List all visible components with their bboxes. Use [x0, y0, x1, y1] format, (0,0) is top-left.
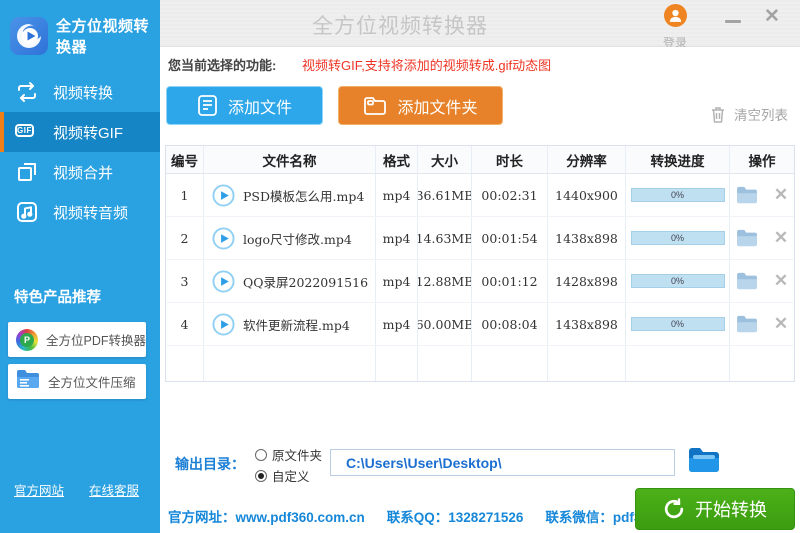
- product-file-compress-button[interactable]: 全方位文件压缩: [8, 364, 146, 399]
- play-icon[interactable]: [212, 184, 235, 207]
- sidebar: 全方位视频转换器 视频转换 GIF 视频转GIF: [0, 0, 160, 533]
- footer-contact-info: 官方网址：www.pdf360.com.cn 联系QQ：1328271526 联…: [168, 506, 656, 526]
- main-content: 您当前选择的功能: 视频转GIF,支持将添加的视频转成.gif动态图 添加文件 …: [160, 47, 800, 533]
- play-icon[interactable]: [212, 313, 235, 336]
- file-name: PSD模板怎么用.mp4: [243, 186, 364, 205]
- table-row: 3 QQ录屏20220915163414.m mp4 12.88MB 00:01…: [166, 260, 794, 303]
- title-bar: [160, 0, 800, 47]
- play-icon[interactable]: [212, 270, 235, 293]
- login-button[interactable]: 登录: [655, 4, 695, 51]
- sidebar-item-video-convert[interactable]: 视频转换: [0, 72, 160, 112]
- radio-original-folder[interactable]: 原文件夹: [255, 445, 322, 464]
- table-row: 2 logo尺寸修改.mp4 mp4 14.63MB 00:01:54 1438…: [166, 217, 794, 260]
- header-duration: 时长: [472, 146, 548, 173]
- open-folder-icon[interactable]: [736, 186, 758, 204]
- close-button[interactable]: ✕: [762, 6, 782, 28]
- play-icon[interactable]: [212, 227, 235, 250]
- minimize-icon: [725, 20, 741, 23]
- header-no: 编号: [166, 146, 204, 173]
- file-name: 软件更新流程.mp4: [243, 315, 350, 334]
- sidebar-item-label: 视频转GIF: [53, 122, 123, 143]
- header-filename: 文件名称: [204, 146, 376, 173]
- compress-folder-icon: [16, 369, 40, 394]
- sidebar-item-label: 视频合并: [53, 162, 113, 183]
- browse-folder-button[interactable]: [687, 445, 721, 475]
- progress-bar: 0%: [631, 231, 725, 245]
- radio-circle-checked: [255, 470, 267, 482]
- radio-custom-folder[interactable]: 自定义: [255, 466, 310, 485]
- header-resolution: 分辨率: [548, 146, 626, 173]
- current-function-line: 您当前选择的功能: 视频转GIF,支持将添加的视频转成.gif动态图: [168, 55, 551, 74]
- remove-file-icon[interactable]: ✕: [774, 272, 788, 290]
- progress-bar: 0%: [631, 188, 725, 202]
- remove-file-icon[interactable]: ✕: [774, 229, 788, 247]
- header-progress: 转换进度: [626, 146, 730, 173]
- remove-file-icon[interactable]: ✕: [774, 186, 788, 204]
- header-operations: 操作: [730, 146, 794, 173]
- radio-circle: [255, 449, 267, 461]
- sidebar-links: 官方网站 在线客服: [14, 480, 139, 499]
- open-folder-icon[interactable]: [736, 229, 758, 247]
- repeat-icon: [15, 80, 39, 104]
- table-row: 4 软件更新流程.mp4 mp4 60.00MB 00:08:04 1438x8…: [166, 303, 794, 346]
- folder-icon: [363, 95, 387, 116]
- open-folder-icon[interactable]: [736, 315, 758, 333]
- document-icon: [197, 94, 218, 117]
- file-name: QQ录屏20220915163414.m: [243, 272, 369, 291]
- progress-bar: 0%: [631, 317, 725, 331]
- header-size: 大小: [418, 146, 472, 173]
- online-support-link[interactable]: 在线客服: [89, 480, 139, 499]
- pdf-converter-icon: [16, 329, 38, 351]
- app-logo-text: 全方位视频转换器: [56, 15, 160, 57]
- sidebar-item-label: 视频转换: [53, 82, 113, 103]
- add-folder-button[interactable]: 添加文件夹: [338, 86, 503, 125]
- sidebar-item-video-to-gif[interactable]: GIF 视频转GIF: [0, 112, 160, 152]
- file-table: 编号 文件名称 格式 大小 时长 分辨率 转换进度 操作 1 PSD模板怎么用.…: [165, 145, 795, 382]
- start-convert-button[interactable]: 开始转换: [635, 488, 795, 530]
- featured-products-title: 特色产品推荐: [14, 286, 101, 307]
- sidebar-item-video-to-audio[interactable]: 视频转音频: [0, 192, 160, 232]
- official-url: 官方网址：www.pdf360.com.cn: [168, 506, 365, 526]
- merge-icon: [15, 160, 39, 184]
- sidebar-item-video-merge[interactable]: 视频合并: [0, 152, 160, 192]
- trash-icon: [710, 106, 726, 123]
- progress-bar: 0%: [631, 274, 725, 288]
- function-label: 您当前选择的功能:: [168, 58, 276, 73]
- table-empty-row: [166, 346, 794, 381]
- user-icon: [664, 4, 687, 27]
- output-path-input[interactable]: [330, 449, 675, 476]
- product-pdf-converter-button[interactable]: 全方位PDF转换器: [8, 322, 146, 357]
- open-folder-icon[interactable]: [736, 272, 758, 290]
- clear-list-button[interactable]: 清空列表: [710, 104, 788, 124]
- official-website-link[interactable]: 官方网站: [14, 480, 64, 499]
- sidebar-menu: 视频转换 GIF 视频转GIF 视频合并: [0, 72, 160, 232]
- table-row: 1 PSD模板怎么用.mp4 mp4 36.61MB 00:02:31 1440…: [166, 174, 794, 217]
- minimize-button[interactable]: [724, 14, 742, 28]
- sidebar-item-label: 视频转音频: [53, 202, 128, 223]
- file-name: logo尺寸修改.mp4: [243, 229, 352, 248]
- gif-icon: GIF: [15, 120, 39, 144]
- app-window: 全方位视频转换器 登录 ✕ 全方位视频转换器: [0, 0, 800, 533]
- refresh-icon: [663, 498, 685, 520]
- app-logo: 全方位视频转换器: [0, 0, 160, 60]
- output-directory-label: 输出目录：: [175, 454, 245, 474]
- function-description: 视频转GIF,支持将添加的视频转成.gif动态图: [302, 58, 551, 73]
- music-note-icon: [15, 200, 39, 224]
- remove-file-icon[interactable]: ✕: [774, 315, 788, 333]
- table-header-row: 编号 文件名称 格式 大小 时长 分辨率 转换进度 操作: [166, 146, 794, 174]
- header-format: 格式: [376, 146, 418, 173]
- contact-qq: 联系QQ：1328271526: [387, 506, 524, 526]
- app-logo-icon: [10, 17, 48, 55]
- add-file-button[interactable]: 添加文件: [166, 86, 323, 125]
